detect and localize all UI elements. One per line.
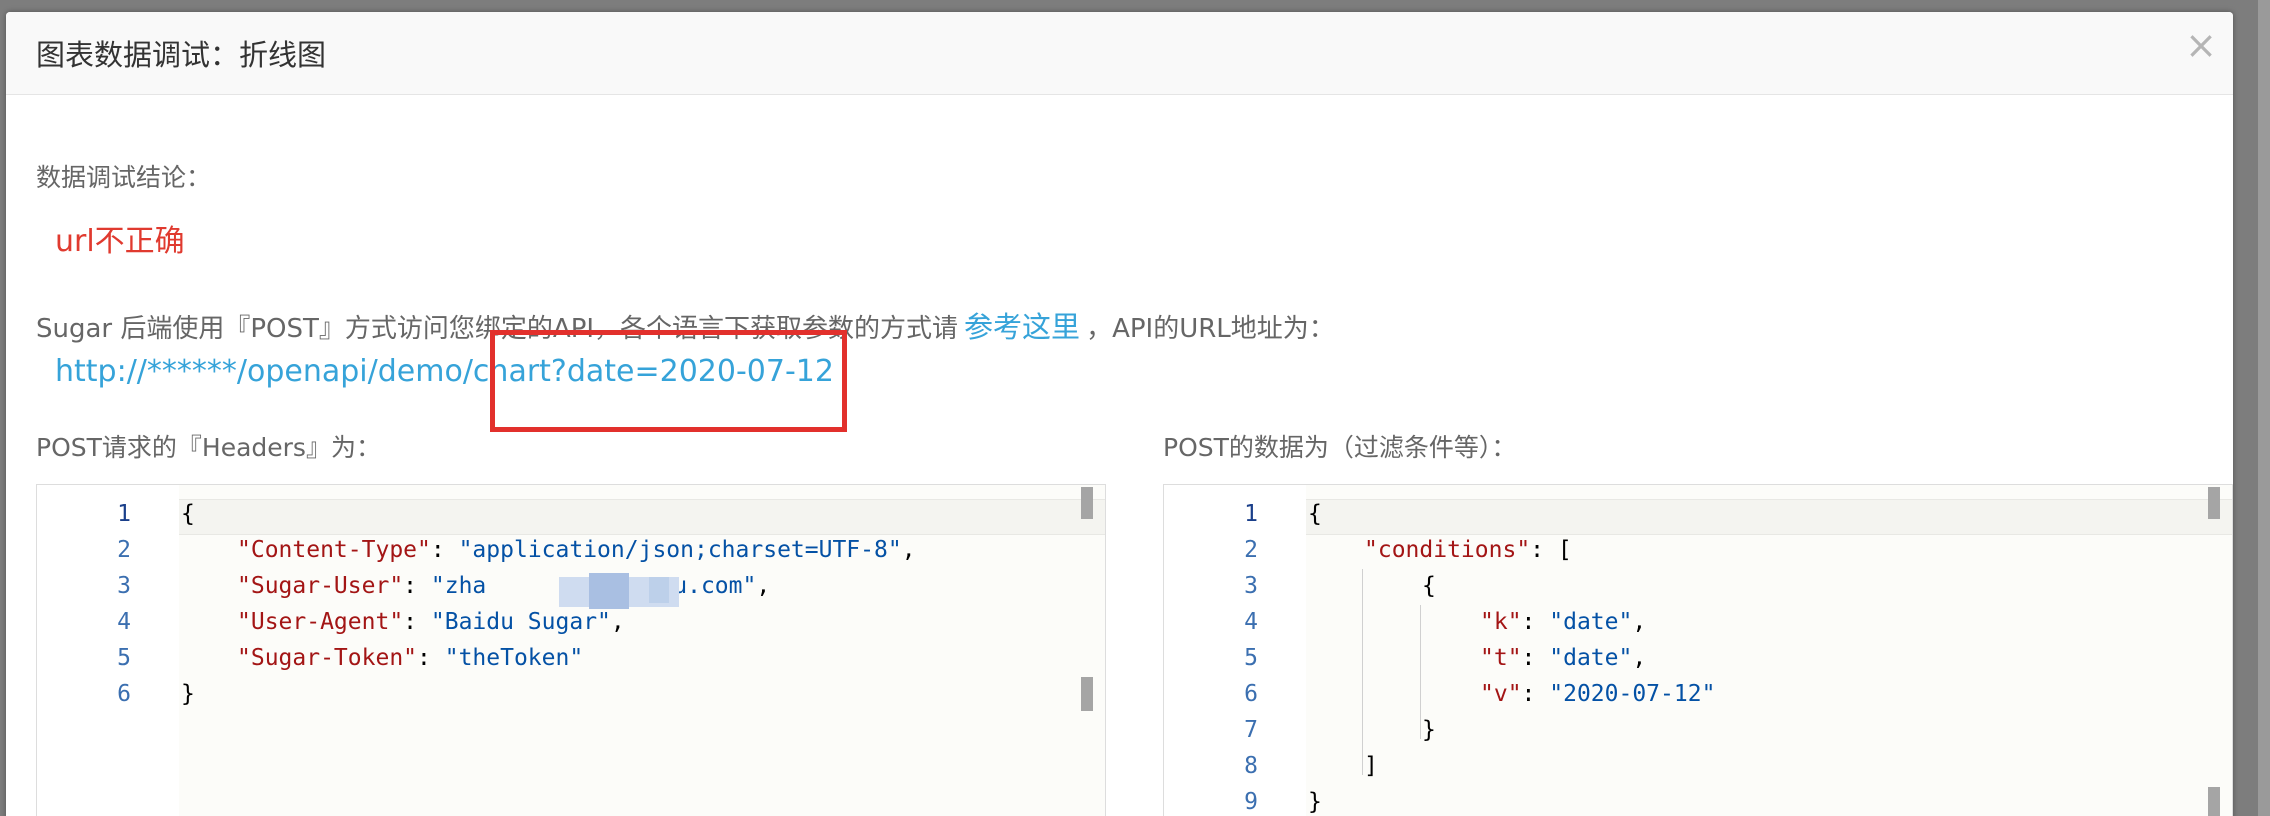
line-number: 5 <box>117 645 131 671</box>
line-number: 7 <box>1244 717 1258 743</box>
line-number: 5 <box>1244 645 1258 671</box>
line-number: 2 <box>117 537 131 563</box>
code-line: "User-Agent": "Baidu Sugar", <box>237 609 625 635</box>
code-line: ] <box>1364 753 1378 779</box>
page-backdrop <box>2258 0 2270 816</box>
code-line: "conditions": [ <box>1364 537 1572 563</box>
redacted-email-block <box>649 577 669 603</box>
line-number: 8 <box>1244 753 1258 779</box>
code-line: "Sugar-Token": "theToken" <box>237 645 584 671</box>
line-number-gutter: 1 2 3 4 5 6 7 8 9 <box>1164 485 1306 816</box>
line-number: 2 <box>1244 537 1258 563</box>
line-number: 9 <box>1244 789 1258 815</box>
code-line: } <box>1308 789 1322 815</box>
debug-dialog: 图表数据调试：折线图 × 数据调试结论： url不正确 Sugar 后端使用『P… <box>6 12 2233 816</box>
scrollbar-thumb[interactable] <box>2208 487 2220 519</box>
line-number: 4 <box>117 609 131 635</box>
code-line: "k": "date", <box>1480 609 1647 635</box>
code-line: "Content-Type": "application/json;charse… <box>237 537 916 563</box>
body-label: POST的数据为（过滤条件等）： <box>1163 433 1517 462</box>
line-number: 1 <box>1244 501 1258 527</box>
reference-link[interactable]: 参考这里 <box>964 310 1080 344</box>
line-number: 1 <box>117 501 131 527</box>
code-line: "t": "date", <box>1480 645 1647 671</box>
conclusion-label: 数据调试结论： <box>36 163 212 192</box>
close-button[interactable]: × <box>2185 26 2217 64</box>
description-suffix: ，API的URL地址为： <box>1086 314 1335 344</box>
indent-guide <box>1362 569 1363 775</box>
dialog-title: 图表数据调试：折线图 <box>36 38 327 72</box>
line-number: 3 <box>1244 573 1258 599</box>
line-number-gutter: 1 2 3 4 5 6 <box>37 485 179 816</box>
code-line: { <box>1308 501 1322 527</box>
redacted-email-block <box>589 573 629 609</box>
highlight-box <box>490 330 847 432</box>
body-code-editor[interactable]: 1 2 3 4 5 6 7 8 9 { "conditions": [ { "k… <box>1163 484 2233 816</box>
conclusion-value: url不正确 <box>55 224 185 259</box>
headers-label: POST请求的『Headers』为： <box>36 433 381 462</box>
line-number: 3 <box>117 573 131 599</box>
line-number: 6 <box>1244 681 1258 707</box>
line-number: 4 <box>1244 609 1258 635</box>
code-line: } <box>181 681 195 707</box>
code-line: { <box>1422 573 1436 599</box>
scrollbar-thumb[interactable] <box>1081 677 1093 711</box>
active-line-highlight <box>1306 499 2232 535</box>
headers-code-editor[interactable]: 1 2 3 4 5 6 { "Content-Type": "applicati… <box>36 484 1106 816</box>
code-area[interactable]: { "conditions": [ { "k": "date", "t": "d… <box>1306 485 2232 816</box>
scrollbar-thumb[interactable] <box>1081 487 1093 519</box>
code-line: } <box>1422 717 1436 743</box>
code-line: "v": "2020-07-12" <box>1480 681 1716 707</box>
code-area[interactable]: { "Content-Type": "application/json;char… <box>179 485 1105 816</box>
line-number: 6 <box>117 681 131 707</box>
code-line: { <box>181 501 195 527</box>
indent-guide <box>1420 605 1421 739</box>
active-line-highlight <box>179 499 1105 535</box>
code-line: "Sugar-User": "zha u.com", <box>237 573 771 599</box>
dialog-header: 图表数据调试：折线图 × <box>6 12 2233 95</box>
scrollbar-thumb[interactable] <box>2208 787 2220 816</box>
